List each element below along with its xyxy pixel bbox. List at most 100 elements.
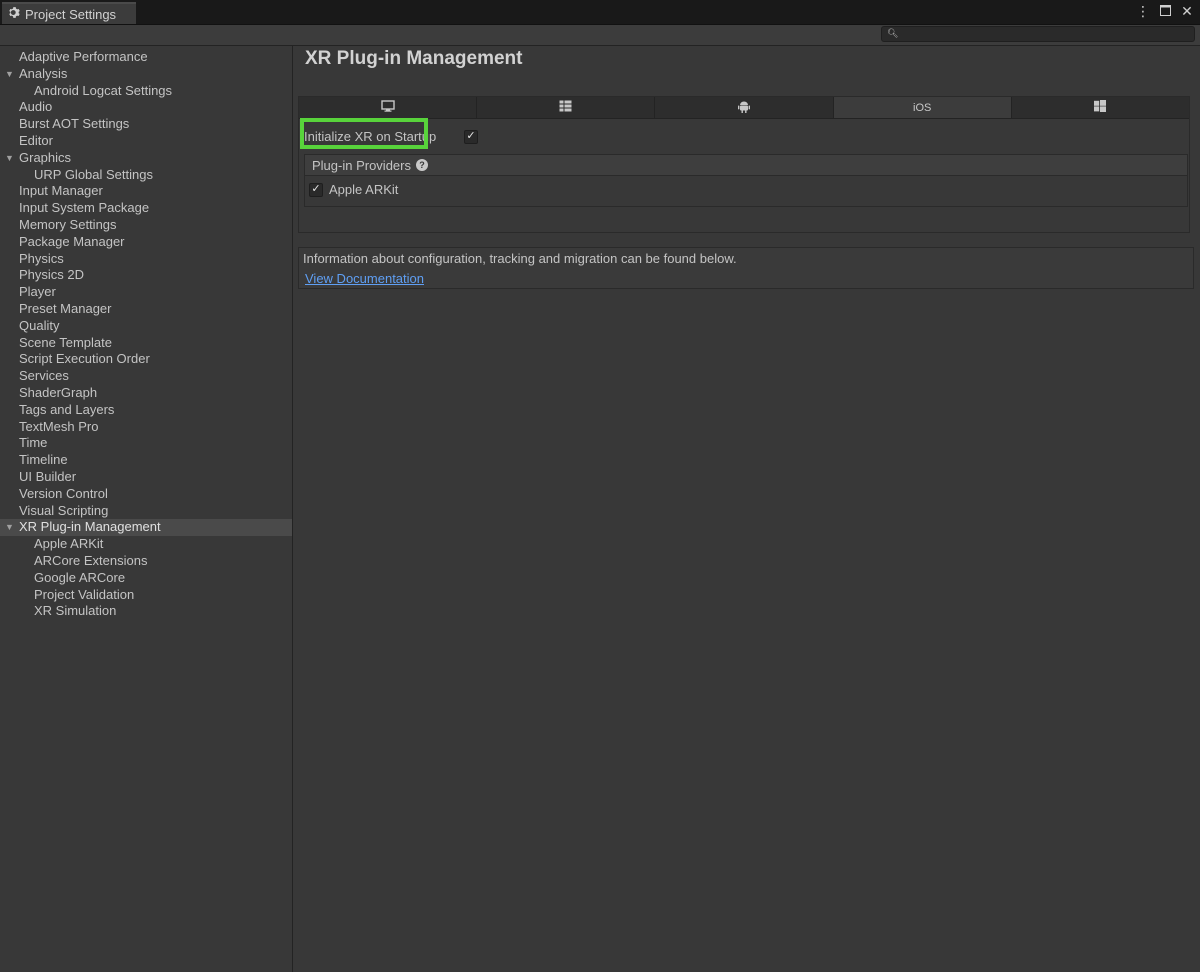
sidebar-item-label: Timeline (19, 452, 68, 468)
sidebar-item-label: TextMesh Pro (19, 418, 99, 434)
project-settings-window: Project Settings ⋮ ✕ 🔍︎ Adaptive Perform… (0, 0, 1200, 972)
sidebar-item-label: Player (19, 284, 56, 300)
sidebar-item[interactable]: Scene Template (0, 335, 292, 352)
sidebar-item[interactable]: TextMesh Pro (0, 419, 292, 436)
sidebar-item[interactable]: Editor (0, 133, 292, 150)
sidebar-item-label: Physics 2D (19, 267, 85, 283)
tab-ios[interactable]: iOS (833, 97, 1012, 118)
sidebar-item-label: Apple ARKit (34, 536, 104, 552)
sidebar-item-label: Project Validation (34, 586, 135, 602)
sidebar-item[interactable]: Preset Manager (0, 301, 292, 318)
search-input[interactable] (900, 27, 1194, 43)
sidebar-item[interactable]: Visual Scripting (0, 503, 292, 520)
sidebar-item-label: URP Global Settings (34, 166, 153, 182)
settings-sidebar: Adaptive Performance ▼ Analysis Android Log… (0, 46, 293, 972)
sidebar-item-label: XR Simulation (34, 603, 117, 619)
plugin-providers-header: Plug-in Providers ? (305, 155, 1187, 176)
sidebar-item-label: Graphics (19, 149, 72, 165)
sidebar-item[interactable]: Tags and Layers (0, 402, 292, 419)
sidebar-item[interactable]: Burst AOT Settings (0, 116, 292, 133)
sidebar-item-label: Version Control (19, 485, 108, 501)
sidebar-item[interactable]: ▼ Analysis (0, 66, 292, 83)
sidebar-item[interactable]: Script Execution Order (0, 351, 292, 368)
sidebar-item[interactable]: Version Control (0, 486, 292, 503)
plugin-providers-box: Plug-in Providers ? (304, 154, 1188, 207)
sidebar-item[interactable]: Android Logcat Settings (0, 83, 292, 100)
tab-windows[interactable] (1011, 97, 1190, 118)
initialize-xr-label: Initialize XR on Startup (304, 129, 437, 144)
tab-server[interactable] (477, 97, 656, 118)
tab-ios-label: iOS (913, 101, 932, 114)
info-text: Information about configuration, trackin… (303, 251, 737, 266)
expand-arrow-icon[interactable]: ▼ (5, 150, 14, 167)
sidebar-item[interactable]: Timeline (0, 452, 292, 469)
main-content: XR Plug-in Management iOS Initialize XR … (293, 46, 1200, 972)
sidebar-item-label: Input System Package (19, 200, 150, 216)
sidebar-item-label: Tags and Layers (19, 401, 115, 417)
sidebar-item-label: Adaptive Performance (19, 49, 148, 64)
sidebar-item[interactable]: XR Simulation (0, 603, 292, 620)
sidebar-item-label: Editor (19, 132, 53, 148)
sidebar-item-label: Input Manager (19, 183, 103, 199)
sidebar-item-label: Memory Settings (19, 216, 117, 232)
sidebar-item[interactable]: Input Manager (0, 183, 292, 200)
apple-arkit-checkbox[interactable]: ✓ (309, 182, 323, 197)
window-controls: ⋮ ✕ (1136, 3, 1194, 20)
windows-logo-icon (1094, 100, 1107, 115)
sidebar-item[interactable]: ShaderGraph (0, 385, 292, 402)
sidebar-item[interactable]: ▼ Graphics (0, 150, 292, 167)
expand-arrow-icon[interactable]: ▼ (5, 66, 14, 83)
sidebar-item-label: Visual Scripting (19, 502, 109, 518)
sidebar-item-label: XR Plug-in Management (19, 519, 161, 535)
sidebar-item[interactable]: Apple ARKit (0, 536, 292, 553)
sidebar-item-label: ARCore Extensions (34, 552, 148, 568)
close-icon[interactable]: ✕ (1180, 3, 1194, 20)
sidebar-item-label: Google ARCore (34, 569, 126, 585)
sidebar-item[interactable]: Google ARCore (0, 570, 292, 587)
search-box[interactable]: 🔍︎ (881, 26, 1195, 43)
sidebar-item[interactable]: ARCore Extensions (0, 553, 292, 570)
sidebar-item[interactable]: Services (0, 368, 292, 385)
sidebar-item-label: Burst AOT Settings (19, 116, 130, 132)
sidebar-item[interactable]: Package Manager (0, 234, 292, 251)
sidebar-item[interactable]: Memory Settings (0, 217, 292, 234)
sidebar-item[interactable]: Input System Package (0, 200, 292, 217)
sidebar-item[interactable]: Audio (0, 99, 292, 116)
sidebar-item-label: ShaderGraph (19, 384, 98, 400)
platform-tabs: iOS (299, 97, 1190, 119)
sidebar-item-label: Analysis (19, 65, 68, 81)
sidebar-item[interactable]: Adaptive Performance (0, 49, 292, 66)
initialize-xr-checkbox[interactable]: ✓ (464, 129, 478, 144)
view-documentation-link[interactable]: View Documentation (305, 271, 424, 286)
sidebar-item[interactable]: Physics 2D (0, 267, 292, 284)
sidebar-item-label: Audio (19, 99, 53, 115)
title-bar: Project Settings ⋮ ✕ (0, 0, 1200, 25)
sidebar-item[interactable]: UI Builder (0, 469, 292, 486)
sidebar-item-label: Package Manager (19, 233, 125, 249)
sidebar-item[interactable]: Player (0, 284, 292, 301)
tab-android[interactable] (655, 97, 834, 118)
more-icon[interactable]: ⋮ (1136, 3, 1150, 20)
sidebar-item-label: Preset Manager (19, 300, 112, 316)
apple-arkit-label: Apple ARKit (329, 182, 399, 197)
android-icon (738, 100, 750, 116)
search-icon: 🔍︎ (887, 28, 899, 38)
sidebar-item[interactable]: ▼ XR Plug-in Management (0, 519, 292, 537)
server-grid-icon (559, 100, 572, 115)
help-icon[interactable]: ? (416, 159, 428, 171)
sidebar-item[interactable]: URP Global Settings (0, 167, 292, 184)
info-box: Information about configuration, trackin… (298, 247, 1194, 289)
sidebar-item-label: Script Execution Order (19, 351, 150, 367)
provider-apple-arkit-row: ✓ Apple ARKit (309, 182, 398, 197)
window-tab[interactable]: Project Settings (2, 2, 136, 24)
sidebar-item[interactable]: Quality (0, 318, 292, 335)
tab-desktop[interactable] (299, 97, 478, 118)
sidebar-item-label: Scene Template (19, 334, 112, 350)
sidebar-item[interactable]: Time (0, 435, 292, 452)
sidebar-item[interactable]: Physics (0, 251, 292, 268)
sidebar-item-label: Time (19, 435, 48, 451)
sidebar-item[interactable]: Project Validation (0, 587, 292, 604)
expand-arrow-icon[interactable]: ▼ (5, 519, 14, 536)
desktop-monitor-icon (380, 100, 395, 115)
maximize-icon[interactable] (1158, 3, 1172, 20)
